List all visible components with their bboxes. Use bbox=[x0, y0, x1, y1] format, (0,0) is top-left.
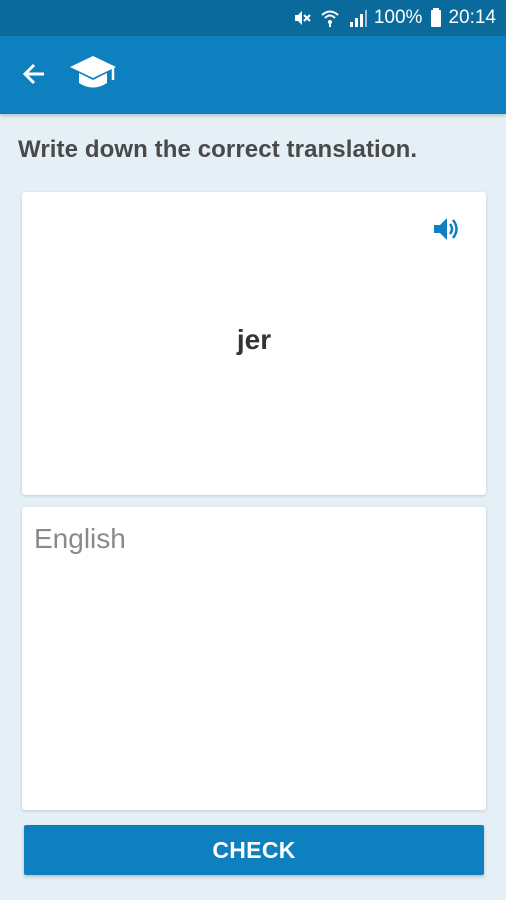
back-button[interactable] bbox=[18, 60, 50, 92]
battery-percent: 100% bbox=[373, 7, 423, 28]
check-button[interactable]: CHECK bbox=[24, 825, 484, 875]
status-bar: 100% 20:14 bbox=[0, 0, 506, 36]
app-logo bbox=[68, 54, 118, 98]
status-time: 20:14 bbox=[448, 7, 496, 28]
battery-icon bbox=[430, 8, 442, 28]
word-card: jer bbox=[22, 192, 486, 495]
wifi-icon bbox=[320, 8, 340, 28]
speaker-icon bbox=[432, 215, 462, 248]
translation-input[interactable] bbox=[22, 507, 486, 810]
app-bar bbox=[0, 36, 506, 114]
mute-icon bbox=[292, 8, 312, 28]
answer-card bbox=[22, 507, 486, 810]
source-word: jer bbox=[236, 324, 272, 355]
graduation-cap-icon bbox=[68, 52, 118, 101]
exercise-prompt: Write down the correct translation. bbox=[18, 136, 418, 163]
signal-icon bbox=[348, 8, 368, 28]
play-audio-button[interactable] bbox=[430, 216, 464, 246]
arrow-back-icon bbox=[21, 61, 47, 92]
